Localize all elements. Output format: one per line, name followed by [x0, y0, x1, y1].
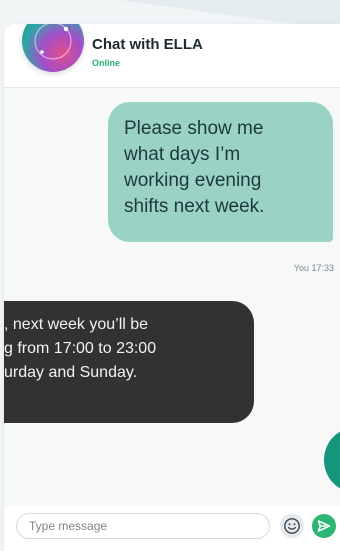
- chat-window: Chat with ELLA Online Please show me wha…: [4, 24, 340, 551]
- message-line: urday and Sunday.: [4, 364, 138, 381]
- incoming-message-bubble: , next week you’ll be g from 17:00 to 23…: [4, 301, 254, 423]
- message-line: what days I’m: [124, 144, 241, 165]
- chat-header: Chat with ELLA Online: [4, 24, 340, 88]
- online-status: Online: [92, 58, 121, 68]
- message-line: Please show me: [124, 118, 264, 139]
- ella-avatar: [22, 24, 84, 72]
- avatar-orbit-icon: [34, 24, 72, 60]
- emoji-button[interactable]: [280, 514, 304, 538]
- outgoing-message-bubble: Please show me what days I’m working eve…: [108, 102, 333, 242]
- message-input[interactable]: [16, 513, 270, 539]
- send-arrow-icon: [317, 520, 331, 532]
- send-button[interactable]: [312, 514, 336, 538]
- smiley-icon: [284, 518, 300, 534]
- message-list[interactable]: Please show me what days I’m working eve…: [4, 88, 340, 506]
- message-line: , next week you’ll be: [4, 316, 149, 333]
- message-input-bar: [4, 506, 340, 551]
- message-line: shifts next week.: [124, 196, 265, 217]
- partial-message-bubble: [324, 428, 340, 492]
- chat-title: Chat with ELLA: [92, 36, 203, 53]
- message-line: g from 17:00 to 23:00: [4, 340, 157, 357]
- message-meta: You 17:33: [293, 263, 334, 273]
- message-line: working evening: [124, 170, 262, 191]
